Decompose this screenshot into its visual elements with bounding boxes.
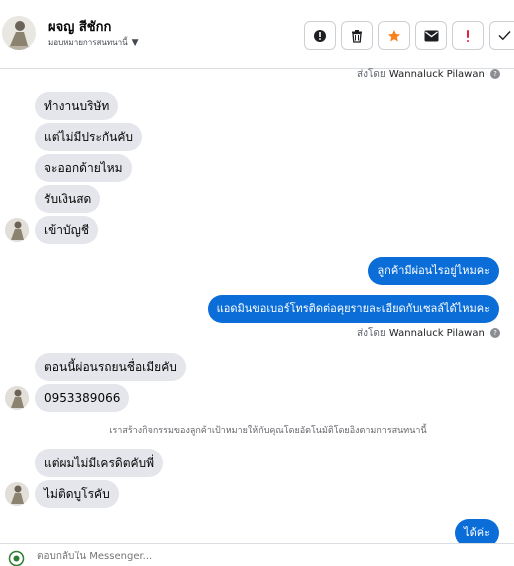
incoming-message[interactable]: 0953389066: [35, 384, 130, 412]
assign-label: มอบหมายการสนทนานี้: [48, 38, 128, 47]
trash-icon: [352, 29, 362, 43]
sender-avatar: [5, 218, 29, 242]
incoming-message[interactable]: แต่ไม่มีประกันคับ: [35, 123, 143, 151]
mark-spam-button[interactable]: [452, 21, 484, 50]
star-button[interactable]: [378, 21, 410, 50]
sender-name: Wannaluck Pilawan: [388, 69, 485, 80]
sent-by-label: ส่งโดย Wannaluck Pilawan ?: [357, 67, 500, 82]
exclamation-icon: [467, 29, 469, 42]
reply-input[interactable]: [37, 551, 457, 562]
outgoing-message[interactable]: ลูกค้ามีผ่อนไรอยู่ไหมคะ: [368, 257, 499, 285]
info-button[interactable]: [304, 21, 336, 50]
conversation-actions: [304, 21, 514, 50]
sender-avatar: [5, 482, 29, 506]
mark-unread-button[interactable]: [415, 21, 447, 50]
checkmark-icon: [498, 31, 511, 41]
delete-button[interactable]: [341, 21, 373, 50]
reply-composer: [0, 543, 514, 566]
sender-avatar: [5, 386, 29, 410]
sent-by-label: ส่งโดย Wannaluck Pilawan ?: [357, 326, 500, 341]
info-icon: [314, 29, 326, 42]
incoming-message[interactable]: ทำงานบริษัท: [35, 92, 119, 120]
system-note: เราสร้างกิจกรรมของลูกค้าเป้าหมายให้กับคุ…: [109, 426, 427, 436]
incoming-message[interactable]: จะออกด้ายไหม: [35, 154, 132, 182]
outgoing-message[interactable]: แอดมินขอเบอร์โทรติดต่อคุยรายละเอียดกับเซ…: [207, 295, 499, 323]
contact-name: ผจญ สีชักก: [48, 20, 112, 35]
incoming-message[interactable]: แต่ผมไม่มีเครดิตคับพี่: [35, 449, 164, 477]
sender-name: Wannaluck Pilawan: [388, 328, 485, 339]
mark-done-button[interactable]: [489, 21, 514, 50]
incoming-message[interactable]: รับเงินสด: [35, 185, 101, 213]
incoming-message[interactable]: ไม่ติดบูโรคับ: [35, 480, 119, 508]
chevron-down-icon: ▼: [131, 37, 139, 48]
help-icon[interactable]: ?: [490, 69, 500, 79]
incoming-message[interactable]: ตอนนี้ผ่อนรถยนชื่อเมียคับ: [35, 353, 186, 381]
star-icon: [388, 29, 400, 41]
assign-conversation-dropdown[interactable]: มอบหมายการสนทนานี้ ▼: [48, 36, 139, 49]
mail-icon: [424, 30, 438, 41]
conversation-header: ผจญ สีชักก มอบหมายการสนทนานี้ ▼: [0, 0, 514, 69]
help-icon[interactable]: ?: [490, 328, 500, 338]
contact-avatar[interactable]: [2, 16, 36, 50]
incoming-message[interactable]: เข้าบัญชี: [35, 216, 99, 244]
page-avatar: [8, 550, 25, 566]
